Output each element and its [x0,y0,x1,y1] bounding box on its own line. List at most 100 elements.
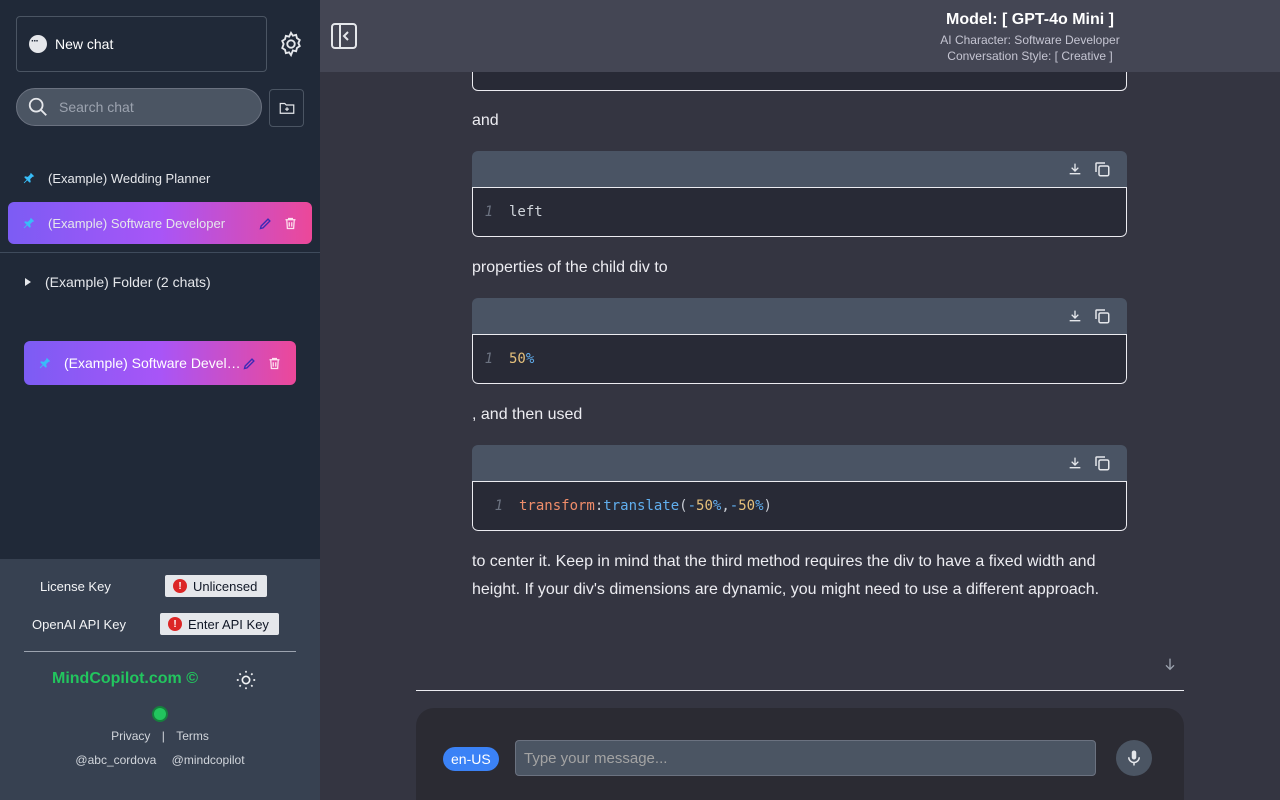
download-icon[interactable] [1067,308,1083,324]
sidebar-toggle-icon[interactable] [330,22,358,50]
scroll-down-button[interactable] [1158,652,1182,676]
new-chat-button[interactable]: New chat [16,16,267,72]
code-operator: - [687,498,697,514]
enter-api-key-button[interactable]: ! Enter API Key [160,613,279,635]
alert-icon: ! [168,617,182,631]
folder-label: (Example) Folder (2 chats) [45,274,211,290]
model-title: Model: [ GPT-4o Mini ] [946,11,1114,28]
pin-icon[interactable] [22,216,38,230]
social-link-2[interactable]: @mindcopilot [172,753,245,767]
license-label: License Key [40,579,111,594]
search-bar [16,88,262,126]
code-unit: % [755,498,764,514]
code-unit: % [525,351,535,367]
code-comma: , [721,498,730,514]
line-number: 1 [484,204,493,220]
terms-link[interactable]: Terms [176,729,209,743]
code-colon: : [594,498,604,514]
pin-icon[interactable] [38,356,54,370]
social-link-1[interactable]: @abc_cordova [75,753,156,767]
search-icon [28,97,47,116]
folder-chat-label: (Example) Software Developer [64,355,242,371]
search-input[interactable] [59,99,239,115]
api-key-button-label: Enter API Key [188,616,269,632]
chat-header: Model: [ GPT-4o Mini ] AI Character: Sof… [320,0,1280,72]
folder-item[interactable]: (Example) Folder (2 chats) [20,274,211,290]
sun-icon[interactable] [235,669,257,691]
code-operator: - [729,498,739,514]
chat-item-software-developer[interactable]: (Example) Software Developer [8,202,312,244]
style-info: Conversation Style: [ Creative ] [947,49,1113,63]
code-block-body: 1 transform: translate(-50%, -50%) [472,481,1127,531]
code-block-header [472,151,1127,187]
microphone-button[interactable] [1116,740,1152,776]
api-key-label: OpenAI API Key [32,617,126,632]
api-row: OpenAI API Key [32,617,126,632]
message-composer: en-US [416,708,1184,800]
chevron-right-icon[interactable] [25,278,31,286]
copy-icon[interactable] [1093,454,1111,472]
code-number: 50 [738,498,756,514]
license-row: License Key [40,579,111,594]
code-property: transform [519,498,595,514]
code-block: 1 50% [472,298,1127,384]
new-folder-icon [279,102,294,114]
chat-item-label: (Example) Wedding Planner [48,170,211,186]
alert-icon: ! [173,579,187,593]
code-paren: ) [763,498,772,514]
message-text: and [472,112,499,129]
folder-chat-item[interactable]: (Example) Software Developer [24,341,296,385]
message-input[interactable] [515,740,1096,776]
chat-item-wedding-planner[interactable]: (Example) Wedding Planner [8,157,312,199]
download-icon[interactable] [1067,455,1083,471]
code-block: 1 transform: translate(-50%, -50%) [472,445,1127,531]
chat-main: and 1 left properties of the child div t… [320,72,1280,800]
character-info: AI Character: Software Developer [940,33,1120,47]
code-block-body: 1 50% [472,334,1127,384]
brand-link[interactable]: MindCopilot.com © [52,670,198,688]
license-status: Unlicensed [193,578,258,594]
code-number: 50 [509,351,526,367]
pin-icon[interactable] [22,171,38,185]
message-text: to center it. Keep in mind that the thir… [472,553,1100,598]
sidebar: New chat (Example) Wedding Planner (Exam… [0,0,320,800]
code-text: left [509,204,543,220]
composer-divider [416,690,1184,691]
chat-item-label: (Example) Software Developer [48,215,226,231]
code-block-header [472,298,1127,334]
social-links: @abc_cordova @mindcopilot [0,753,320,767]
code-paren: ( [679,498,688,514]
trash-icon[interactable] [267,356,282,371]
message-text: properties of the child div to [472,259,668,276]
code-block-partial [472,72,1127,91]
code-unit: % [712,498,722,514]
message-text: , and then used [472,406,583,423]
code-block-body: 1 left [472,187,1127,237]
new-folder-button[interactable] [269,89,304,127]
privacy-link[interactable]: Privacy [111,729,150,743]
line-number: 1 [494,498,503,514]
language-badge[interactable]: en-US [443,747,499,771]
link-separator: | [161,729,165,743]
footer-divider [24,651,296,652]
code-number: 50 [696,498,713,514]
sidebar-divider [0,252,320,253]
chat-bubble-icon [29,35,47,53]
copy-icon[interactable] [1093,307,1111,325]
code-block: 1 left [472,151,1127,237]
copy-icon[interactable] [1093,160,1111,178]
code-function: translate [603,498,680,514]
new-chat-label: New chat [55,36,114,52]
microphone-icon [1128,750,1140,766]
download-icon[interactable] [1067,161,1083,177]
status-indicator [152,706,168,722]
edit-icon[interactable] [258,216,273,231]
arrow-down-icon [1165,658,1175,671]
footer-links: Privacy | Terms [0,729,320,743]
gear-icon[interactable] [277,30,305,58]
license-button[interactable]: ! Unlicensed [165,575,268,597]
line-number: 1 [484,351,493,367]
code-block-header [472,445,1127,481]
edit-icon[interactable] [242,356,257,371]
trash-icon[interactable] [283,216,298,231]
